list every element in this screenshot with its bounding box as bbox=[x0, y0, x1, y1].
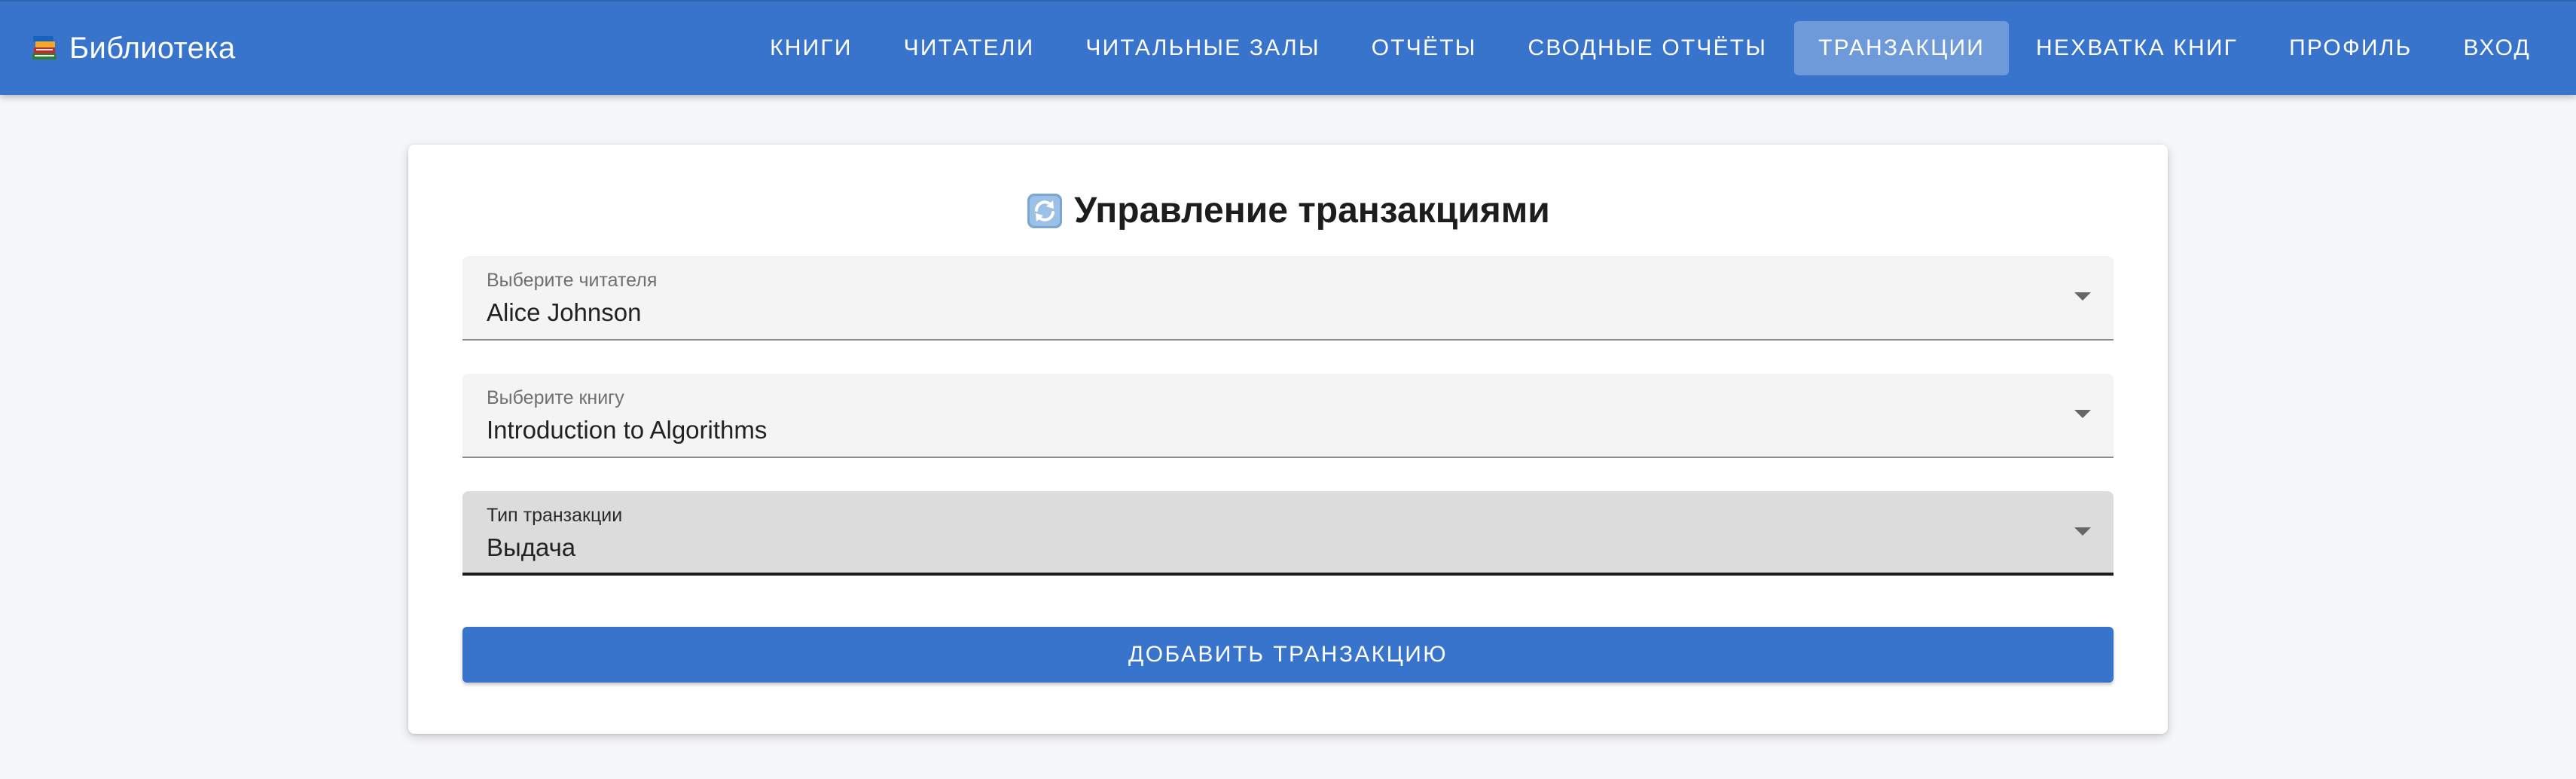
transaction-type-label: Тип транзакции bbox=[487, 505, 623, 526]
nav-item-reading-rooms[interactable]: Читальные залы bbox=[1061, 21, 1344, 75]
book-select[interactable]: Выберите книгу Introduction to Algorithm… bbox=[462, 374, 2114, 458]
nav-item-readers[interactable]: Читатели bbox=[880, 21, 1059, 75]
add-transaction-button[interactable]: Добавить транзакцию bbox=[462, 627, 2114, 683]
transaction-type-value: Выдача bbox=[487, 533, 576, 561]
nav-item-profile[interactable]: Профиль bbox=[2265, 21, 2436, 75]
chevron-down-icon[interactable] bbox=[2074, 410, 2091, 418]
app-bar: Библиотека Книги Читатели Читальные залы… bbox=[0, 0, 2576, 95]
reader-select-label: Выберите читателя bbox=[487, 270, 658, 291]
page-title: Управление транзакциями bbox=[408, 190, 2168, 231]
nav-item-transactions[interactable]: Транзакции bbox=[1794, 21, 2010, 75]
refresh-icon bbox=[1026, 192, 1064, 230]
reader-select[interactable]: Выберите читателя Alice Johnson bbox=[462, 256, 2114, 341]
nav-item-summary-reports[interactable]: Сводные отчёты bbox=[1503, 21, 1791, 75]
app-title: Библиотека bbox=[69, 31, 236, 65]
book-select-label: Выберите книгу bbox=[487, 387, 624, 408]
book-select-value: Introduction to Algorithms bbox=[487, 416, 768, 444]
nav-item-login[interactable]: Вход bbox=[2440, 21, 2556, 75]
brand[interactable]: Библиотека bbox=[30, 32, 236, 66]
transactions-card: Управление транзакциями Выберите читател… bbox=[408, 145, 2168, 734]
page-title-text: Управление транзакциями bbox=[1074, 191, 1550, 231]
nav-item-reports[interactable]: Отчёты bbox=[1348, 21, 1501, 75]
books-icon bbox=[30, 34, 59, 63]
nav-item-book-shortage[interactable]: Нехватка книг bbox=[2012, 21, 2262, 75]
reader-select-value: Alice Johnson bbox=[487, 298, 642, 326]
main-nav: Книги Читатели Читальные залы Отчёты Сво… bbox=[746, 21, 2555, 75]
chevron-down-icon[interactable] bbox=[2074, 292, 2091, 301]
nav-item-books[interactable]: Книги bbox=[746, 21, 877, 75]
transaction-type-select[interactable]: Тип транзакции Выдача bbox=[462, 491, 2114, 576]
chevron-down-icon[interactable] bbox=[2074, 527, 2091, 536]
